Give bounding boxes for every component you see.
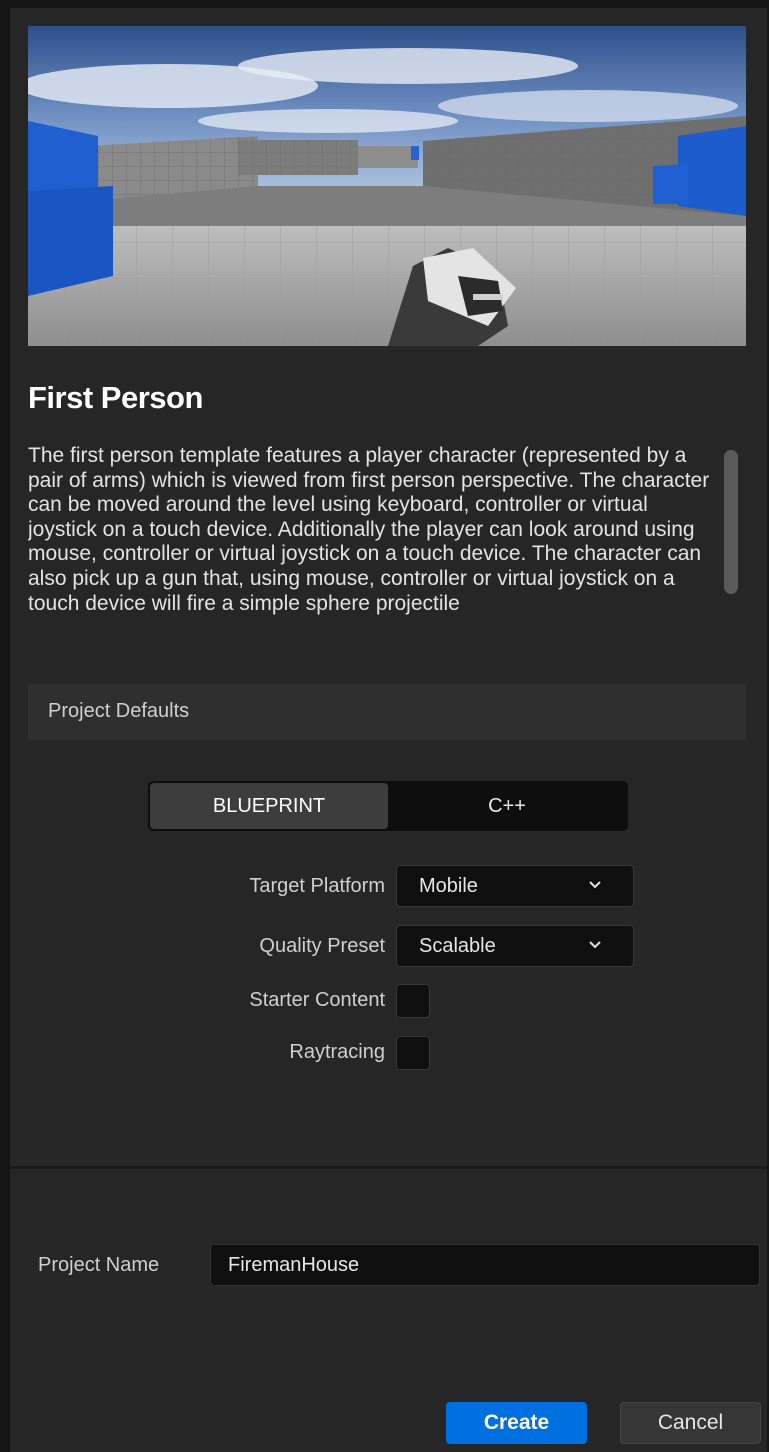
project-name-input[interactable] — [210, 1244, 760, 1286]
starter-content-label: Starter Content — [249, 989, 385, 1011]
project-defaults-header[interactable]: Project Defaults — [28, 684, 746, 740]
template-preview-image — [28, 26, 746, 346]
code-type-toggle: BLUEPRINT C++ — [148, 781, 628, 831]
raytracing-label: Raytracing — [289, 1041, 385, 1063]
chevron-down-icon — [589, 941, 601, 949]
target-platform-label: Target Platform — [249, 875, 385, 897]
target-platform-dropdown[interactable]: Mobile — [396, 865, 634, 907]
blueprint-option-button[interactable]: BLUEPRINT — [150, 783, 388, 829]
project-defaults-label: Project Defaults — [48, 700, 190, 722]
chevron-down-icon — [589, 881, 601, 889]
template-description: The first person template features a pla… — [28, 444, 710, 615]
cpp-option-button[interactable]: C++ — [388, 783, 626, 829]
raytracing-checkbox[interactable] — [396, 1036, 430, 1070]
cancel-button[interactable]: Cancel — [620, 1402, 761, 1444]
quality-preset-value: Scalable — [419, 935, 496, 957]
quality-preset-dropdown[interactable]: Scalable — [396, 925, 634, 967]
target-platform-value: Mobile — [419, 875, 478, 897]
template-title: First Person — [28, 380, 203, 415]
create-button[interactable]: Create — [446, 1402, 587, 1444]
project-name-label: Project Name — [38, 1254, 160, 1276]
starter-content-checkbox[interactable] — [396, 984, 430, 1018]
quality-preset-label: Quality Preset — [259, 935, 385, 957]
template-description-area[interactable]: The first person template features a pla… — [28, 444, 718, 680]
description-scrollbar-thumb[interactable] — [724, 450, 738, 594]
new-project-panel: First Person The first person template f… — [10, 8, 767, 1452]
section-divider — [10, 1166, 767, 1169]
